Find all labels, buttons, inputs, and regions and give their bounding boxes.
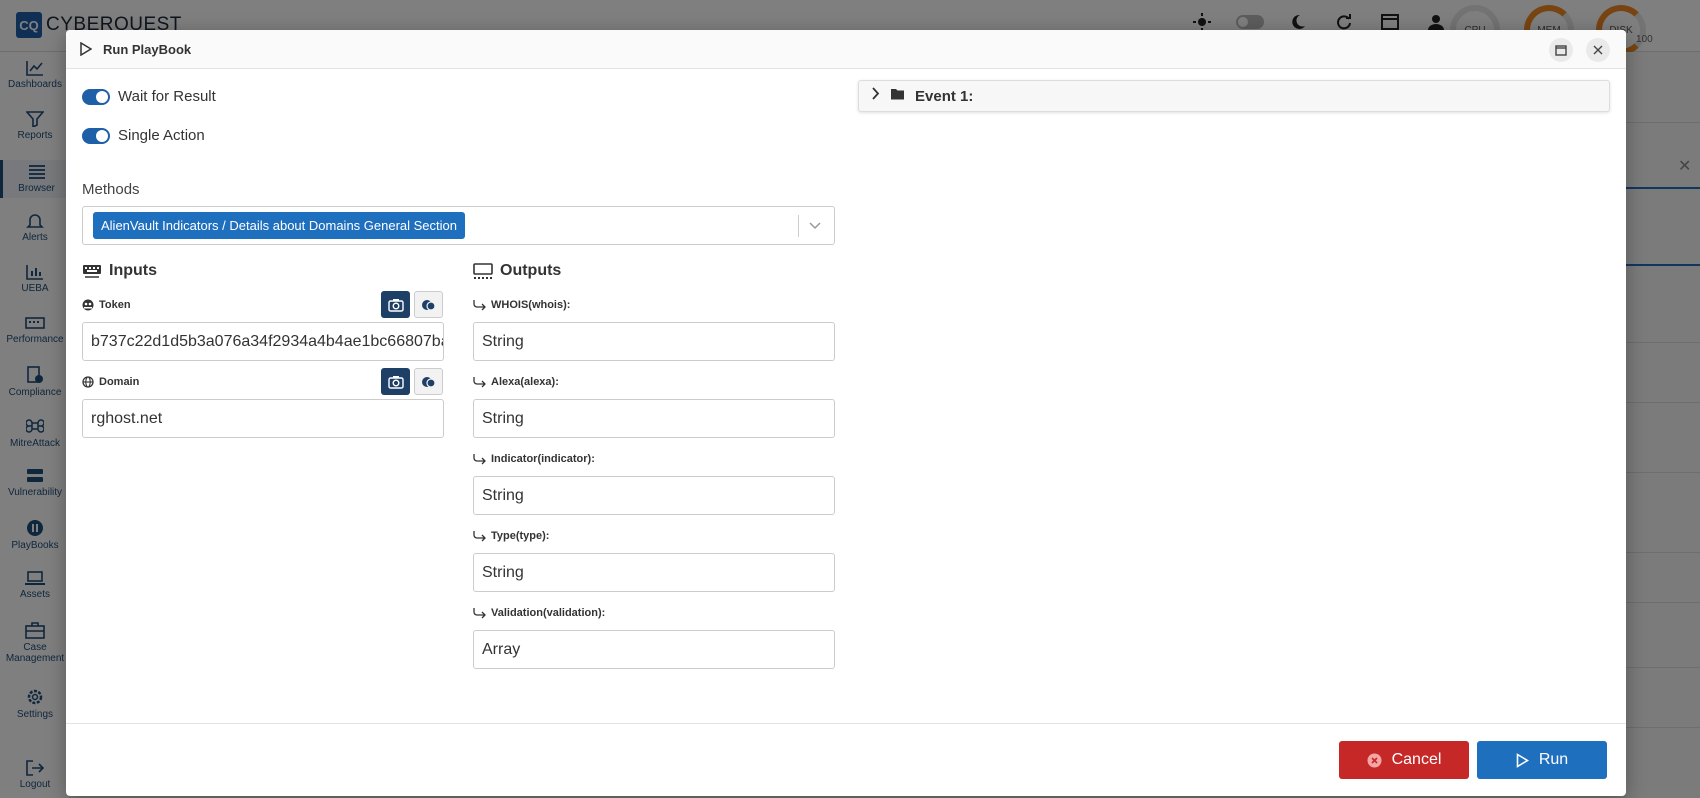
cancel-label: Cancel (1391, 751, 1442, 768)
output-label-validation: Validation(validation): (473, 607, 605, 619)
domain-label: Domain (82, 376, 139, 388)
single-action-toggle[interactable]: Single Action (82, 127, 205, 144)
toggle-switch[interactable] (82, 88, 110, 105)
globe-icon (82, 376, 94, 388)
output-alexa-field[interactable]: String (473, 399, 835, 438)
capture-button[interactable] (381, 291, 410, 318)
play-icon (80, 41, 93, 61)
event-accordion[interactable]: Event 1: (858, 80, 1610, 112)
run-playbook-modal: Run PlayBook Wait for Result Single Acti… (66, 30, 1626, 796)
outputs-title: Outputs (500, 262, 562, 279)
output-label-whois: WHOIS(whois): (473, 299, 570, 311)
inputs-section-title: Inputs (82, 262, 157, 280)
methods-label: Methods (82, 181, 140, 198)
close-icon (1593, 45, 1603, 55)
output-validation-field[interactable]: Array (473, 630, 835, 669)
field-label-text: WHOIS(whois): (491, 299, 571, 311)
reply-arrow-icon (473, 531, 486, 542)
toggle-source-icon (421, 299, 436, 311)
toggle-source-button[interactable] (414, 291, 443, 318)
token-input[interactable]: b737c22d1d5b3a076a34f2934a4b4ae1bc66807b… (82, 322, 444, 361)
reply-arrow-icon (473, 377, 486, 388)
reply-arrow-icon (473, 300, 486, 311)
field-label-text: Token (99, 299, 131, 311)
event-title: Event 1: (915, 87, 974, 105)
inputs-title: Inputs (109, 262, 157, 279)
toggle-source-icon (421, 376, 436, 388)
output-label-alexa: Alexa(alexa): (473, 376, 559, 388)
wait-for-result-toggle[interactable]: Wait for Result (82, 88, 216, 105)
modal-title: Run PlayBook (103, 42, 192, 57)
field-label-text: Validation(validation): (491, 607, 606, 619)
cancel-circle-icon (1367, 753, 1382, 768)
field-label-text: Domain (99, 376, 140, 388)
toggle-label: Wait for Result (118, 88, 216, 105)
output-indicator-field[interactable]: String (473, 476, 835, 515)
toggle-label: Single Action (118, 127, 205, 144)
select-separator (798, 215, 799, 237)
output-label-indicator: Indicator(indicator): (473, 453, 595, 465)
domain-input[interactable]: rghost.net (82, 399, 444, 438)
output-whois-field[interactable]: String (473, 322, 835, 361)
token-label: Token (82, 299, 131, 311)
camera-icon (387, 298, 404, 312)
cancel-button[interactable]: Cancel (1339, 741, 1469, 779)
chevron-down-icon[interactable] (808, 218, 822, 237)
toggle-source-button[interactable] (414, 368, 443, 395)
modal-header: Run PlayBook (66, 30, 1626, 69)
keyboard-icon (83, 265, 101, 278)
maximize-icon (1555, 44, 1567, 56)
run-label: Run (1538, 751, 1569, 768)
field-label-text: Type(type): (491, 530, 550, 542)
reply-arrow-icon (473, 454, 486, 465)
folder-icon (890, 87, 905, 105)
field-label-text: Alexa(alexa): (491, 376, 559, 388)
modal-footer (66, 723, 1626, 724)
maximize-button[interactable] (1549, 38, 1573, 62)
outputs-section-title: Outputs (473, 262, 561, 280)
output-type-field[interactable]: String (473, 553, 835, 592)
field-label-text: Indicator(indicator): (491, 453, 595, 465)
reply-arrow-icon (473, 608, 486, 619)
mask-icon (82, 299, 94, 311)
play-icon (1516, 752, 1529, 768)
camera-icon (387, 375, 404, 389)
methods-select[interactable]: AlienVault Indicators / Details about Do… (82, 206, 835, 245)
capture-button[interactable] (381, 368, 410, 395)
monitor-icon (473, 263, 493, 279)
close-button[interactable] (1586, 38, 1610, 62)
chevron-right-icon[interactable] (871, 87, 880, 105)
selected-method-chip[interactable]: AlienVault Indicators / Details about Do… (93, 212, 466, 239)
output-label-type: Type(type): (473, 530, 549, 542)
run-button[interactable]: Run (1477, 741, 1607, 779)
toggle-switch[interactable] (82, 127, 110, 144)
